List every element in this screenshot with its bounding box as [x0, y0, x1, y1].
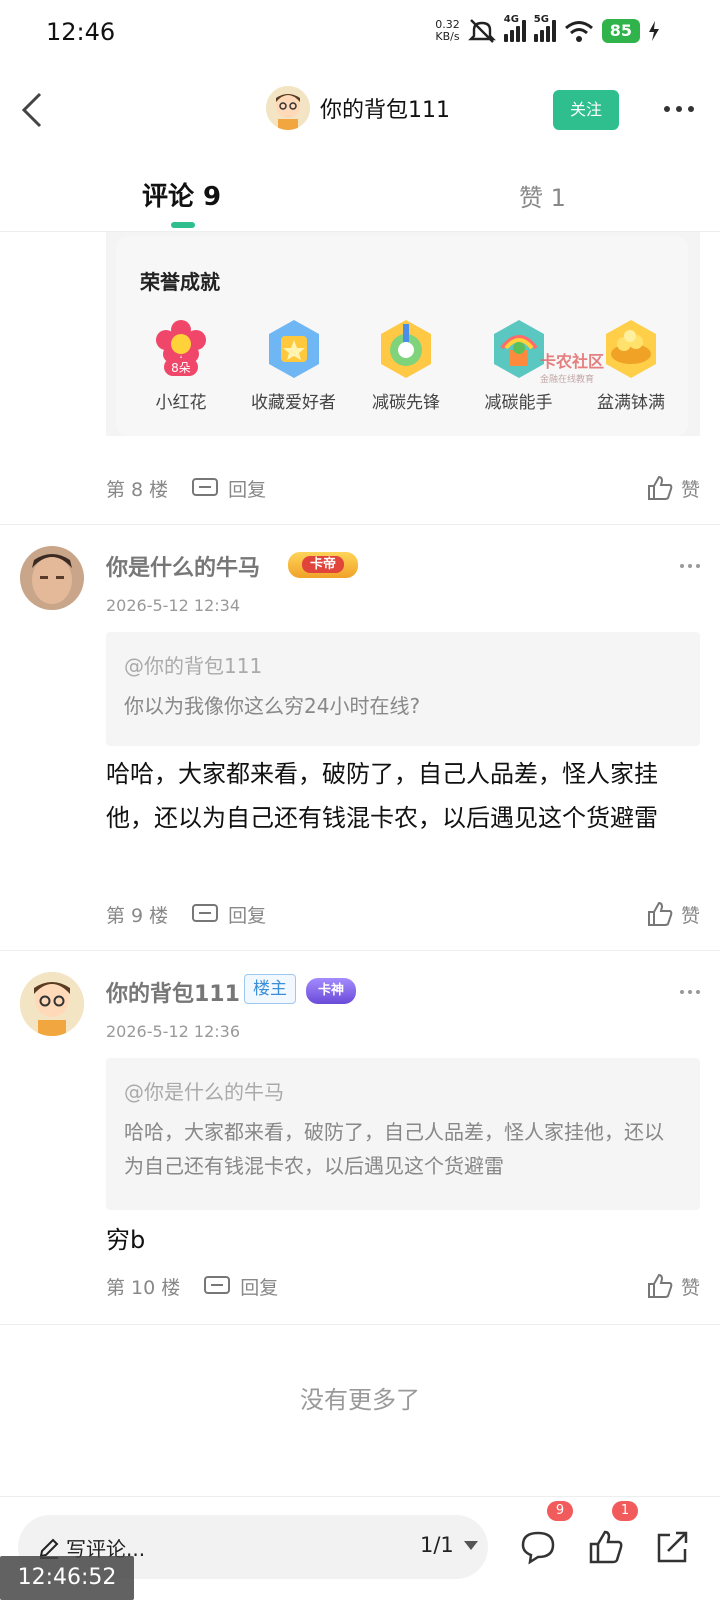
charging-icon	[649, 21, 659, 41]
title-badge: 卡神	[306, 978, 357, 1004]
badge-label: 小红花	[155, 393, 207, 413]
avatar[interactable]	[20, 546, 84, 610]
quoted-comment[interactable]: @你的背包111 你以为我像你这么穷24小时在线?	[106, 632, 700, 746]
reply-button[interactable]: 回复	[204, 1273, 278, 1300]
tab-indicator	[171, 222, 195, 228]
like-button[interactable]: 赞	[647, 901, 700, 928]
dropdown-caret-icon	[463, 1540, 478, 1550]
reply-icon	[204, 1276, 231, 1294]
comment-time: 2026-5-12 12:34	[106, 596, 240, 615]
reply-icon	[192, 904, 219, 922]
mute-icon	[467, 19, 496, 43]
share-icon[interactable]	[654, 1529, 690, 1565]
signal-4g-icon: 4G	[503, 14, 526, 42]
wifi-icon	[564, 21, 593, 42]
tab-comments[interactable]: 评论 9	[142, 176, 221, 213]
red-flower-icon: 8朵	[156, 320, 206, 376]
reply-button[interactable]: 回复	[192, 475, 266, 502]
quote-text: 哈哈，大家都来看，破防了，自己人品差，怪人家挂他，还以为自己还有钱混卡农，以后遇…	[124, 1120, 664, 1178]
floor-actions: 第 9 楼 回复 赞	[106, 894, 700, 934]
badge-item[interactable]: 8朵 小红花	[126, 318, 236, 413]
net-speed: 0.32 KB/s	[435, 18, 460, 43]
carbon-pioneer-icon	[381, 320, 431, 378]
status-bar: 12:46 0.32 KB/s 4G 5G 85	[0, 0, 720, 64]
thumbs-up-icon	[647, 1273, 673, 1298]
badge-label: 收藏爱好者	[251, 393, 336, 413]
watermark: 卡农社区 金融在线教育	[540, 352, 605, 385]
badge-label: 减碳能手	[484, 393, 553, 413]
floor-actions: 第 8 楼 回复 赞	[106, 468, 700, 508]
avatar[interactable]	[266, 86, 310, 130]
time-overlay: 12:46:52	[0, 1556, 134, 1600]
comment-more-icon[interactable]	[680, 564, 700, 568]
comment-body: 哈哈，大家都来看，破防了，自己人品差，怪人家挂他，还以为自己还有钱混卡农，以后遇…	[106, 760, 658, 832]
like-button[interactable]: 赞	[647, 475, 700, 502]
floor-actions: 第 10 楼 回复 赞	[106, 1266, 700, 1306]
status-time: 12:46	[46, 18, 116, 46]
title-badge: 卡帝	[288, 552, 359, 578]
owner-tag: 楼主	[244, 974, 296, 1004]
reply-button[interactable]: 回复	[192, 901, 266, 928]
comment-time: 2026-5-12 12:36	[106, 1022, 240, 1041]
floor-number: 第 9 楼	[106, 904, 169, 927]
comment-item: 你是什么的牛马 卡帝 2026-5-12 12:34 @你的背包111 你以为我…	[0, 524, 720, 952]
collection-badge-icon	[268, 320, 319, 378]
follow-button[interactable]: 关注	[553, 90, 619, 130]
status-icons: 0.32 KB/s 4G 5G 85	[435, 14, 660, 44]
page-selector[interactable]: 1/1	[420, 1533, 478, 1557]
floor-number: 第 10 楼	[106, 1276, 181, 1299]
signal-5g-icon: 5G	[533, 14, 556, 42]
svg-text:8朵: 8朵	[171, 361, 191, 375]
quoted-comment[interactable]: @你是什么的牛马 哈哈，大家都来看，破防了，自己人品差，怪人家挂他，还以为自己还…	[106, 1058, 700, 1210]
comment-body: 穷b	[106, 1226, 146, 1254]
badge-label: 盆满钵满	[597, 393, 665, 413]
quote-text: 你以为我像你这么穷24小时在线?	[124, 694, 421, 718]
floor-number: 第 8 楼	[106, 478, 169, 501]
avatar[interactable]	[20, 972, 84, 1036]
full-bowl-icon	[606, 320, 656, 378]
comment-icon[interactable]	[520, 1529, 556, 1565]
page-title: 你的背包111	[320, 98, 450, 123]
badge-item[interactable]: 减碳先锋	[351, 318, 461, 413]
thumbs-up-icon	[647, 475, 673, 500]
thumbs-up-icon[interactable]	[588, 1529, 624, 1565]
like-count-badge: 1	[612, 1501, 638, 1521]
comment-more-icon[interactable]	[680, 990, 700, 994]
quote-mention: @你是什么的牛马	[124, 1080, 284, 1104]
comment-author[interactable]: 你是什么的牛马	[106, 550, 260, 582]
honor-title: 荣誉成就	[140, 270, 220, 294]
comment-author[interactable]: 你的背包111	[106, 976, 240, 1008]
like-button[interactable]: 赞	[647, 1273, 700, 1300]
thumbs-up-icon	[647, 901, 673, 926]
honor-card: 荣誉成就 8朵 小红花 收藏爱好者 减碳先锋 减碳能手 盆满钵满	[106, 232, 700, 436]
nav-user[interactable]: 你的背包111	[266, 86, 450, 130]
more-options-icon[interactable]	[664, 106, 694, 112]
reply-icon	[192, 478, 219, 496]
nav-bar: 你的背包111 关注	[0, 70, 720, 150]
no-more-text: 没有更多了	[300, 1386, 420, 1414]
tab-likes[interactable]: 赞 1	[519, 178, 566, 213]
back-arrow-icon[interactable]	[16, 90, 52, 130]
badge-label: 减碳先锋	[372, 393, 440, 413]
divider	[0, 1324, 720, 1325]
tab-bar: 评论 9 赞 1	[0, 160, 720, 232]
quote-mention: @你的背包111	[124, 654, 263, 678]
battery-level: 85	[601, 19, 640, 43]
badge-item[interactable]: 收藏爱好者	[239, 318, 349, 413]
comment-count-badge: 9	[547, 1501, 573, 1521]
